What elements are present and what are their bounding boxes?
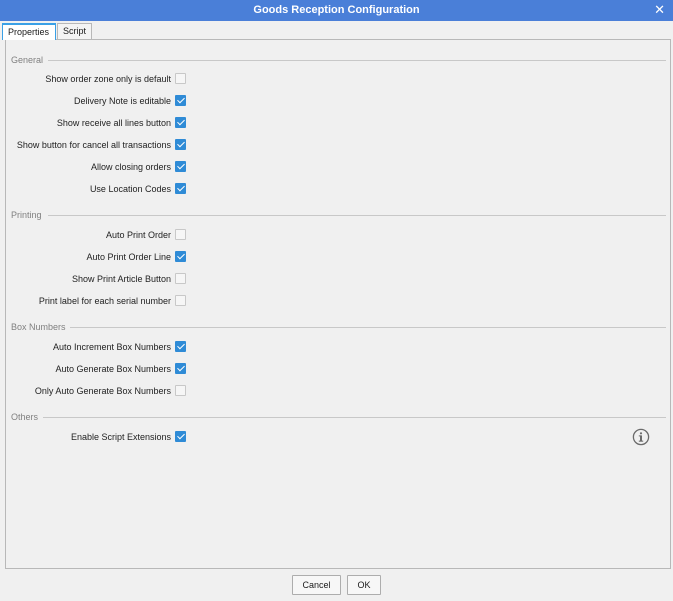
section-header-general: General	[11, 55, 44, 65]
window-title: Goods Reception Configuration	[253, 4, 420, 16]
dialog-body: Properties Script General Show order zon…	[0, 21, 673, 601]
checkbox-delivery-note-editable[interactable]	[175, 95, 186, 106]
ok-button[interactable]: OK	[347, 575, 381, 595]
checkbox-auto-print-order-line[interactable]	[175, 251, 186, 262]
close-icon[interactable]: ✕	[654, 0, 665, 20]
checkbox-allow-closing-orders[interactable]	[175, 161, 186, 172]
info-circle-icon[interactable]	[632, 428, 650, 446]
option-label: Show order zone only is default	[45, 74, 171, 84]
tab-bar: Properties Script	[0, 21, 673, 40]
option-label: Enable Script Extensions	[70, 432, 171, 442]
section-header-printing: Printing	[11, 210, 42, 220]
checkbox-enable-script-extensions[interactable]	[175, 431, 186, 442]
checkbox-print-label-each-serial[interactable]	[175, 295, 186, 306]
option-label: Delivery Note is editable	[73, 96, 171, 106]
option-label: Allow closing orders	[90, 162, 171, 172]
option-label: Auto Generate Box Numbers	[55, 364, 171, 374]
dialog-footer: Cancel OK	[0, 569, 673, 601]
section-divider	[43, 417, 666, 418]
option-label: Print label for each serial number	[38, 296, 171, 306]
option-label: Show receive all lines button	[56, 118, 171, 128]
option-label: Auto Print Order Line	[86, 252, 171, 262]
tab-properties[interactable]: Properties	[2, 23, 56, 40]
section-header-box-numbers: Box Numbers	[11, 322, 66, 332]
checkbox-only-auto-generate-box-numbers[interactable]	[175, 385, 186, 396]
properties-panel: General Show order zone only is default …	[5, 39, 671, 569]
cancel-button[interactable]: Cancel	[292, 575, 341, 595]
tab-script[interactable]: Script	[57, 23, 92, 40]
section-header-others: Others	[11, 412, 39, 422]
checkbox-use-location-codes[interactable]	[175, 183, 186, 194]
option-label: Only Auto Generate Box Numbers	[34, 386, 171, 396]
section-divider	[70, 327, 666, 328]
section-divider	[48, 215, 666, 216]
option-label: Show Print Article Button	[71, 274, 171, 284]
section-divider	[48, 60, 666, 61]
checkbox-auto-generate-box-numbers[interactable]	[175, 363, 186, 374]
checkbox-show-order-zone-default[interactable]	[175, 73, 186, 84]
checkbox-show-receive-all-lines[interactable]	[175, 117, 186, 128]
checkbox-show-print-article-button[interactable]	[175, 273, 186, 284]
option-label: Auto Print Order	[105, 230, 171, 240]
option-label: Show button for cancel all transactions	[16, 140, 171, 150]
window-titlebar: Goods Reception Configuration ✕	[0, 0, 673, 21]
checkbox-auto-increment-box-numbers[interactable]	[175, 341, 186, 352]
checkbox-auto-print-order[interactable]	[175, 229, 186, 240]
option-label: Auto Increment Box Numbers	[52, 342, 171, 352]
checkbox-show-cancel-all-transactions[interactable]	[175, 139, 186, 150]
option-label: Use Location Codes	[89, 184, 171, 194]
